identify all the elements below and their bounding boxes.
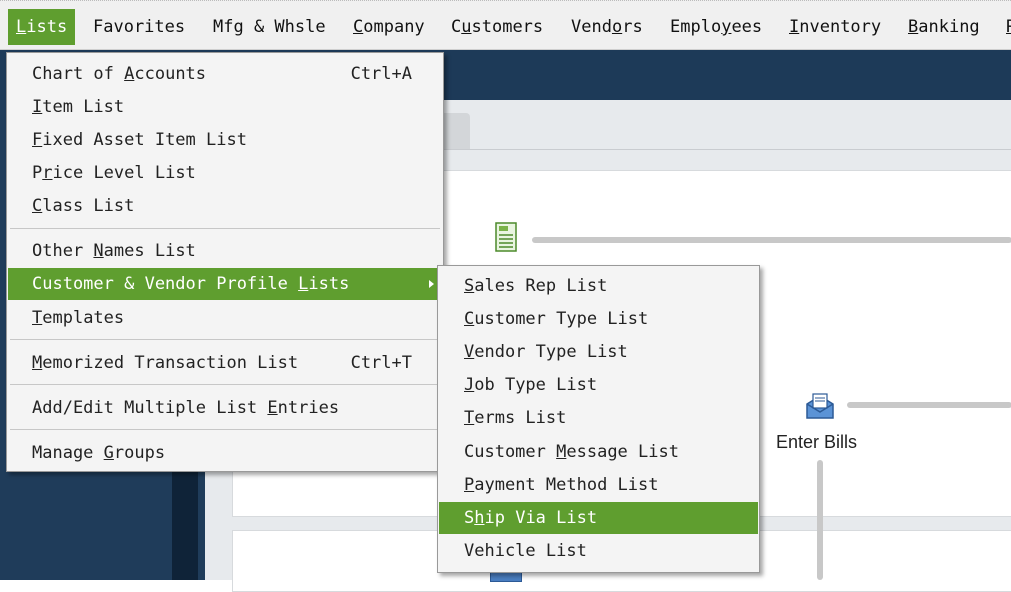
menu-item-other-names-list[interactable]: Other Names List xyxy=(8,235,442,267)
workflow-arrow xyxy=(847,402,1011,408)
menu-item-customer-type-list[interactable]: Customer Type List xyxy=(439,303,758,335)
menu-item-price-level-list[interactable]: Price Level List xyxy=(8,157,442,189)
menu-separator xyxy=(10,384,440,385)
menu-item-vendor-type-list[interactable]: Vendor Type List xyxy=(439,336,758,368)
enter-bills-icon[interactable] xyxy=(805,392,835,420)
menu-item-manage-groups[interactable]: Manage Groups xyxy=(8,437,442,469)
menu-mfg-whsle[interactable]: Mfg & Whsle xyxy=(205,9,334,45)
menu-bar: Lists Favorites Mfg & Whsle Company Cust… xyxy=(0,0,1011,50)
workflow-arrow xyxy=(532,237,1011,243)
shortcut-label: Ctrl+T xyxy=(350,353,412,373)
menu-item-fixed-asset-item-list[interactable]: Fixed Asset Item List xyxy=(8,124,442,156)
menu-company[interactable]: Company xyxy=(345,9,433,45)
enter-bills-label[interactable]: Enter Bills xyxy=(776,432,857,453)
chevron-right-icon xyxy=(429,280,434,288)
shortcut-label: Ctrl+A xyxy=(350,64,412,84)
menu-item-customer-vendor-profile-lists[interactable]: Customer & Vendor Profile Lists xyxy=(8,268,442,300)
menu-item-customer-message-list[interactable]: Customer Message List xyxy=(439,436,758,468)
workflow-arrow xyxy=(817,460,823,580)
menu-item-add-edit-multiple-list-entries[interactable]: Add/Edit Multiple List Entries xyxy=(8,392,442,424)
menu-item-class-list[interactable]: Class List xyxy=(8,190,442,222)
menu-item-payment-method-list[interactable]: Payment Method List xyxy=(439,469,758,501)
purchase-order-icon[interactable] xyxy=(495,222,517,252)
menu-separator xyxy=(10,339,440,340)
menu-separator xyxy=(10,429,440,430)
menu-banking[interactable]: Banking xyxy=(900,9,988,45)
menu-reports[interactable]: R xyxy=(998,9,1011,45)
menu-vendors[interactable]: Vendors xyxy=(563,9,651,45)
menu-item-sales-rep-list[interactable]: Sales Rep List xyxy=(439,270,758,302)
menu-item-job-type-list[interactable]: Job Type List xyxy=(439,369,758,401)
customer-vendor-profile-submenu: Sales Rep List Customer Type List Vendor… xyxy=(437,265,760,573)
menu-inventory[interactable]: Inventory xyxy=(781,9,889,45)
menu-item-terms-list[interactable]: Terms List xyxy=(439,402,758,434)
lists-menu: Chart of Accounts Ctrl+A Item List Fixed … xyxy=(6,52,444,472)
menu-separator xyxy=(10,228,440,229)
menu-item-chart-of-accounts[interactable]: Chart of Accounts Ctrl+A xyxy=(8,58,442,90)
menu-lists[interactable]: Lists xyxy=(8,9,76,45)
menu-favorites[interactable]: Favorites xyxy=(85,9,193,45)
menu-item-ship-via-list[interactable]: Ship Via List xyxy=(439,502,758,534)
menu-item-vehicle-list[interactable]: Vehicle List xyxy=(439,535,758,567)
menu-employees[interactable]: Employees xyxy=(662,9,770,45)
menu-item-memorized-transaction-list[interactable]: Memorized Transaction List Ctrl+T xyxy=(8,347,442,379)
menu-item-item-list[interactable]: Item List xyxy=(8,91,442,123)
menu-item-templates[interactable]: Templates xyxy=(8,302,442,334)
menu-customers[interactable]: Customers xyxy=(443,9,551,45)
